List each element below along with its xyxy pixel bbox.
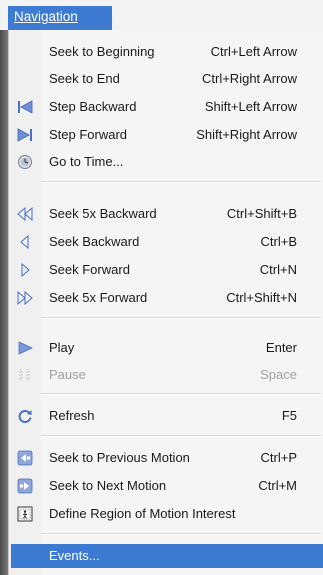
menu-item-seek-backward[interactable]: Seek Backward Ctrl+B [9,230,323,254]
menu-separator [41,393,321,395]
menu-item-label: Seek to Next Motion [49,478,167,493]
menu-separator [41,435,321,437]
menu-item-shortcut: Enter [265,340,297,355]
navigation-menu-title[interactable]: Navigation [8,6,112,30]
menu-item-label: Seek 5x Backward [49,206,157,221]
menu-item-label: Step Forward [49,127,128,142]
menu-item-seek-to-previous-motion[interactable]: Seek to Previous Motion Ctrl+P [9,446,323,470]
menu-item-step-backward[interactable]: Step Backward Shift+Left Arrow [9,95,323,119]
next-motion-icon [17,478,33,494]
menu-item-label: Seek 5x Forward [49,290,148,305]
menu-item-seek-5x-forward[interactable]: Seek 5x Forward Ctrl+Shift+N [9,286,323,310]
backward-icon [17,234,33,250]
menu-item-label: Events... [49,548,100,563]
menu-item-shortcut: Ctrl+Shift+N [226,290,297,305]
fast-forward-icon [17,290,33,306]
menu-item-label: Step Backward [49,99,137,114]
menu-item-shortcut: Space [260,367,297,382]
menu-item-label: Refresh [49,408,95,423]
menu-item-label: Play [49,340,75,355]
background-window-edge [0,30,8,575]
refresh-icon [17,408,33,424]
menu-item-seek-to-next-motion[interactable]: Seek to Next Motion Ctrl+M [9,474,323,498]
pause-icon [17,367,33,383]
menu-item-shortcut: Ctrl+P [260,450,297,465]
menu-separator [41,181,321,183]
menu-item-shortcut: Ctrl+M [258,478,297,493]
menu-item-label: Define Region of Motion Interest [49,506,236,521]
menu-item-shortcut: Shift+Right Arrow [196,127,297,142]
menu-item-step-forward[interactable]: Step Forward Shift+Right Arrow [9,123,323,147]
menu-item-shortcut: F5 [281,408,297,423]
menu-item-define-region-of-motion-interest[interactable]: Define Region of Motion Interest [9,502,323,526]
menu-item-label: Pause [49,367,86,382]
menu-item-seek-to-beginning[interactable]: Seek to Beginning Ctrl+Left Arrow [9,40,323,64]
menu-item-label: Seek to Beginning [49,44,155,59]
step-forward-icon [17,127,33,143]
navigation-dropdown-menu: Seek to Beginning Ctrl+Left Arrow Seek t… [8,30,323,575]
menu-item-shortcut: Ctrl+Left Arrow [210,44,297,59]
menu-item-go-to-time[interactable]: Go to Time... [9,150,323,174]
menu-separator [41,317,321,319]
menu-item-play[interactable]: Play Enter [9,336,323,360]
menu-item-label: Seek Backward [49,234,140,249]
fast-backward-icon [17,206,33,222]
play-icon [17,340,33,356]
menu-item-refresh[interactable]: Refresh F5 [9,404,323,428]
menu-item-shortcut: Ctrl+Right Arrow [202,71,297,86]
menu-item-seek-5x-backward[interactable]: Seek 5x Backward Ctrl+Shift+B [9,202,323,226]
menu-item-shortcut: Ctrl+N [259,262,297,277]
menu-item-shortcut: Ctrl+Shift+B [226,206,297,221]
previous-motion-icon [17,450,33,466]
menu-item-shortcut: Ctrl+B [260,234,297,249]
menu-item-label: Seek to Previous Motion [49,450,190,465]
forward-icon [17,262,33,278]
menu-item-seek-to-end[interactable]: Seek to End Ctrl+Right Arrow [9,67,323,91]
menu-item-pause[interactable]: Pause Space [9,363,323,387]
menu-separator [41,533,321,535]
navigation-menu-label: Navigation [14,9,78,24]
menu-item-label: Seek Forward [49,262,130,277]
menu-item-label: Go to Time... [49,154,124,169]
motion-region-icon [17,506,33,522]
menu-item-shortcut: Shift+Left Arrow [204,99,297,114]
menu-bar: Navigation [0,0,323,30]
menu-item-seek-forward[interactable]: Seek Forward Ctrl+N [9,258,323,282]
menu-item-events[interactable]: Events... [11,544,323,568]
step-backward-icon [17,99,33,115]
menu-item-label: Seek to End [49,71,120,86]
clock-icon [17,154,33,170]
